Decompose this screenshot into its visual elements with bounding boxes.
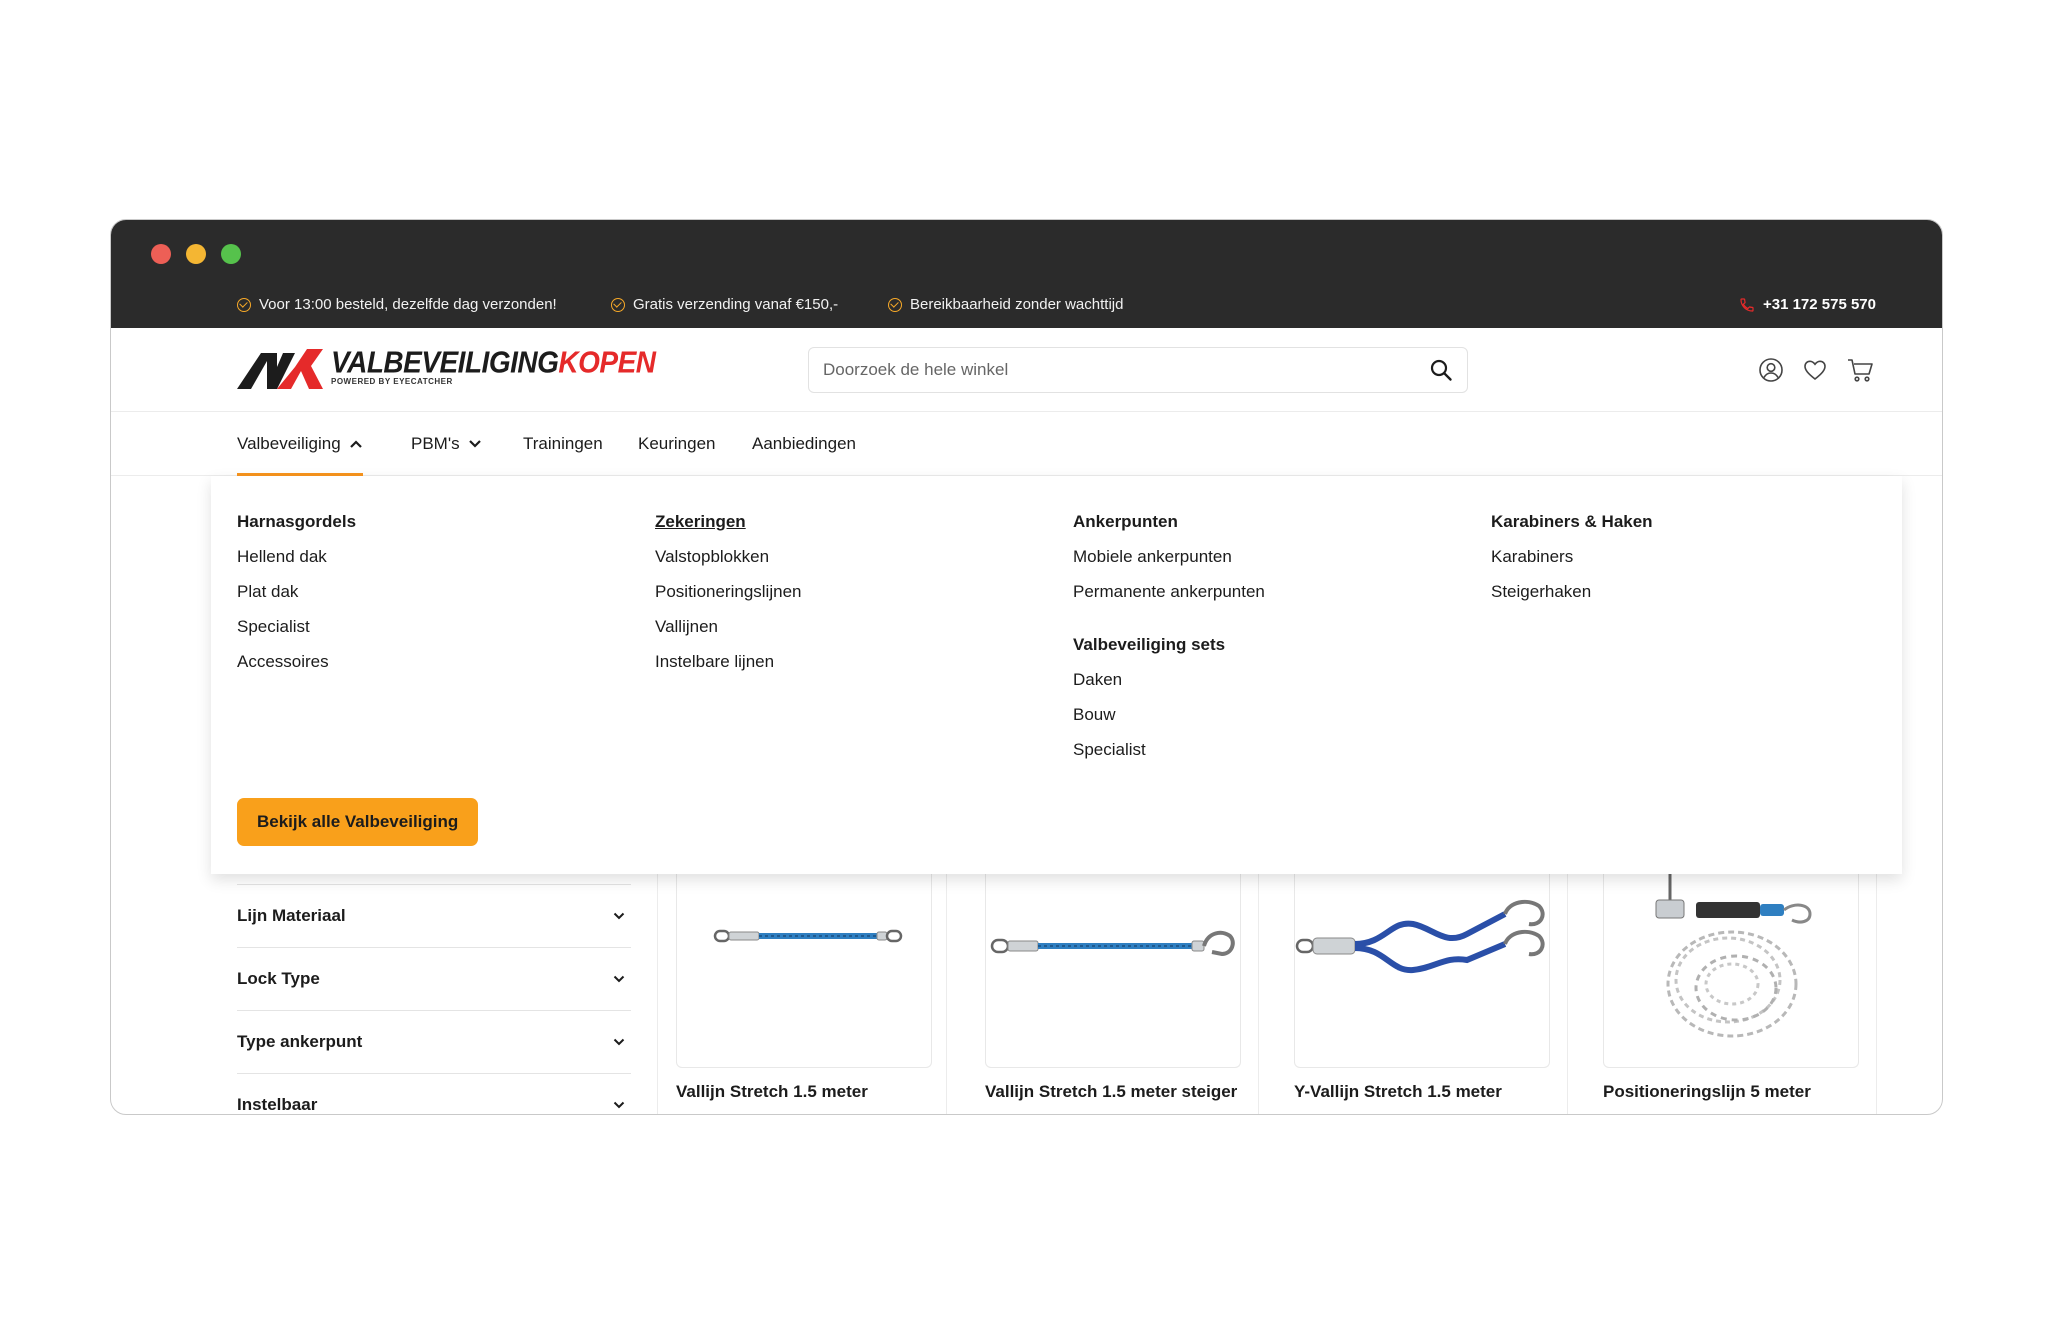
product-image[interactable]	[985, 874, 1241, 1068]
filter-label: Instelbaar	[237, 1095, 318, 1114]
site-header: VALBEVEILIGINGKOPEN POWERED BY EYECATCHE…	[111, 328, 1942, 412]
menu-link[interactable]: Karabiners	[1491, 545, 1653, 580]
chevron-down-icon	[613, 1101, 625, 1109]
menu-link[interactable]: Vallijnen	[655, 615, 801, 650]
menu-link[interactable]: Accessoires	[237, 650, 356, 685]
chevron-down-icon	[613, 975, 625, 983]
product-image[interactable]	[1603, 874, 1859, 1068]
menu-link[interactable]: Plat dak	[237, 580, 356, 615]
menu-heading[interactable]: Karabiners & Haken	[1491, 510, 1653, 545]
grid-divider	[1876, 874, 1877, 1114]
view-all-valbeveiliging-button[interactable]: Bekijk alle Valbeveiliging	[237, 798, 479, 846]
phone-icon	[1740, 297, 1754, 312]
logo-text-red: KOPEN	[558, 345, 656, 380]
filter-sidebar: Lijn Materiaal Lock Type Type ankerpunt …	[237, 884, 631, 1114]
menu-link[interactable]: Steigerhaken	[1491, 580, 1653, 615]
usp-text: Bereikbaarheid zonder wachttijd	[910, 296, 1124, 313]
search-bar	[808, 347, 1468, 393]
close-window-button[interactable]	[151, 244, 171, 264]
menu-link[interactable]: Daken	[1073, 668, 1265, 703]
check-circle-icon	[237, 297, 251, 312]
chevron-down-icon	[613, 912, 625, 920]
nav-item-trainingen[interactable]: Trainingen	[523, 412, 603, 476]
menu-link[interactable]: Bouw	[1073, 703, 1265, 738]
product-name[interactable]: Vallijn Stretch 1.5 meter steiger	[985, 1082, 1237, 1102]
nav-label: PBM's	[411, 434, 460, 453]
usp-bar: Voor 13:00 besteld, dezelfde dag verzond…	[111, 296, 1942, 322]
logo-text-black: VALBEVEILIGING	[331, 345, 559, 380]
filter-type-ankerpunt[interactable]: Type ankerpunt	[237, 1010, 631, 1073]
filter-label: Lijn Materiaal	[237, 906, 346, 925]
menu-link[interactable]: Mobiele ankerpunten	[1073, 545, 1265, 580]
check-circle-icon	[888, 297, 902, 312]
vk-logo-mark-icon	[237, 349, 323, 389]
filter-label: Lock Type	[237, 969, 320, 988]
minimize-window-button[interactable]	[186, 244, 206, 264]
nav-label: Keuringen	[638, 434, 716, 453]
usp-text: Voor 13:00 besteld, dezelfde dag verzond…	[259, 296, 557, 313]
filter-lock-type[interactable]: Lock Type	[237, 947, 631, 1010]
coiled-rope-image-icon	[1655, 874, 1812, 1038]
browser-window: Voor 13:00 besteld, dezelfde dag verzond…	[110, 219, 1943, 1115]
check-circle-icon	[611, 297, 625, 312]
menu-column-zekeringen: Zekeringen Valstopblokken Positionerings…	[655, 510, 801, 685]
menu-column-ankerpunten: Ankerpunten Mobiele ankerpunten Permanen…	[1073, 510, 1265, 773]
menu-heading[interactable]: Valbeveiliging sets	[1073, 633, 1265, 668]
usp-item: Gratis verzending vanaf €150,-	[611, 296, 838, 313]
phone-number: +31 172 575 570	[1762, 296, 1876, 313]
menu-link[interactable]: Positioneringslijnen	[655, 580, 801, 615]
menu-column-karabiners: Karabiners & Haken Karabiners Steigerhak…	[1491, 510, 1653, 615]
menu-link[interactable]: Valstopblokken	[655, 545, 801, 580]
maximize-window-button[interactable]	[221, 244, 241, 264]
menu-heading[interactable]: Ankerpunten	[1073, 510, 1265, 545]
lanyard-image-icon	[990, 930, 1235, 957]
menu-link[interactable]: Hellend dak	[237, 545, 356, 580]
usp-item: Voor 13:00 besteld, dezelfde dag verzond…	[237, 296, 557, 313]
chevron-up-icon	[349, 440, 362, 448]
product-image[interactable]	[676, 874, 932, 1068]
mega-menu-dropdown: Harnasgordels Hellend dak Plat dak Speci…	[211, 476, 1902, 874]
nav-item-pbms[interactable]: PBM's	[411, 412, 482, 476]
menu-heading[interactable]: Zekeringen	[655, 510, 801, 545]
filter-lijn-materiaal[interactable]: Lijn Materiaal	[237, 884, 631, 947]
nav-label: Valbeveiliging	[237, 434, 341, 453]
chevron-down-icon	[468, 440, 481, 448]
menu-link[interactable]: Specialist	[1073, 738, 1265, 773]
product-name[interactable]: Vallijn Stretch 1.5 meter	[676, 1082, 868, 1102]
nav-item-aanbiedingen[interactable]: Aanbiedingen	[752, 412, 856, 476]
menu-link[interactable]: Instelbare lijnen	[655, 650, 801, 685]
product-image[interactable]	[1294, 874, 1550, 1068]
menu-link[interactable]: Permanente ankerpunten	[1073, 580, 1265, 615]
search-input[interactable]	[809, 348, 1409, 392]
nav-item-valbeveiliging[interactable]: Valbeveiliging	[237, 412, 363, 476]
nav-label: Trainingen	[523, 434, 603, 453]
product-name[interactable]: Y-Vallijn Stretch 1.5 meter	[1294, 1082, 1502, 1102]
grid-divider	[946, 874, 947, 1114]
search-icon[interactable]	[1429, 358, 1453, 382]
grid-divider	[1567, 874, 1568, 1114]
nav-label: Aanbiedingen	[752, 434, 856, 453]
main-navigation: Valbeveiliging PBM's Trainingen Keuringe…	[111, 412, 1942, 476]
filter-instelbaar[interactable]: Instelbaar	[237, 1073, 631, 1114]
usp-item: Bereikbaarheid zonder wachttijd	[888, 296, 1123, 313]
site-logo[interactable]: VALBEVEILIGINGKOPEN POWERED BY EYECATCHE…	[237, 345, 656, 389]
chevron-down-icon	[613, 1038, 625, 1046]
grid-divider	[657, 874, 658, 1114]
product-name[interactable]: Positioneringslijn 5 meter	[1603, 1082, 1811, 1102]
grid-divider	[1258, 874, 1259, 1114]
account-icon[interactable]	[1758, 357, 1784, 383]
menu-heading[interactable]: Harnasgordels	[237, 510, 356, 545]
phone-link[interactable]: +31 172 575 570	[1739, 296, 1876, 313]
lanyard-image-icon	[713, 929, 903, 943]
y-lanyard-image-icon	[1295, 899, 1545, 974]
title-bar: Voor 13:00 besteld, dezelfde dag verzond…	[111, 220, 1942, 328]
menu-link[interactable]: Specialist	[237, 615, 356, 650]
cart-icon[interactable]	[1846, 356, 1874, 384]
wishlist-heart-icon[interactable]	[1802, 357, 1828, 383]
usp-text: Gratis verzending vanaf €150,-	[633, 296, 839, 313]
nav-item-keuringen[interactable]: Keuringen	[638, 412, 716, 476]
menu-column-harnasgordels: Harnasgordels Hellend dak Plat dak Speci…	[237, 510, 356, 685]
header-actions	[1758, 356, 1874, 384]
filter-label: Type ankerpunt	[237, 1032, 363, 1051]
